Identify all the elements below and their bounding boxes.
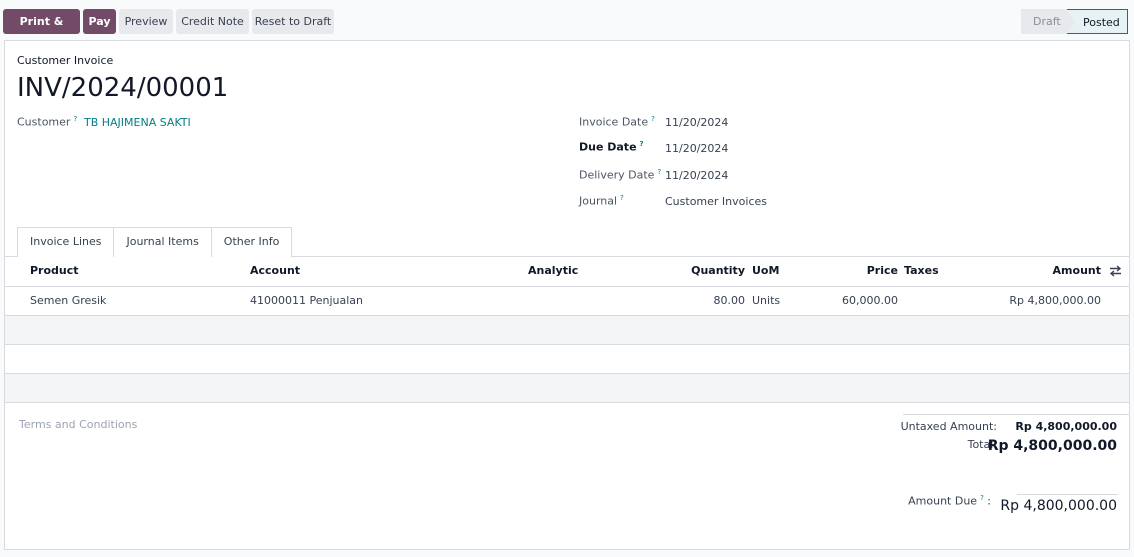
column-analytic[interactable]: Analytic	[528, 257, 578, 285]
invoice-date-field[interactable]: 11/20/2024	[665, 116, 728, 129]
status-draft[interactable]: Draft	[1021, 9, 1067, 34]
untaxed-amount-label: Untaxed Amount:	[900, 420, 997, 433]
column-product[interactable]: Product	[30, 257, 79, 285]
terms-and-conditions-field[interactable]: Terms and Conditions	[19, 418, 137, 431]
totals-divider	[903, 414, 1129, 415]
help-icon[interactable]: ?	[620, 194, 624, 202]
journal-label: Journal?	[579, 194, 624, 208]
uom-cell[interactable]: Units	[752, 287, 780, 315]
delivery-date-label: Delivery Date?	[579, 168, 662, 182]
due-date-label: Due Date?	[579, 140, 644, 154]
help-icon[interactable]: ?	[651, 115, 655, 123]
column-price[interactable]: Price	[798, 257, 898, 285]
control-panel: Print & Send Pay Preview Credit Note Res…	[0, 0, 1134, 53]
customer-label: Customer?	[17, 115, 78, 129]
status-bar: Draft Posted	[1021, 9, 1128, 35]
account-cell[interactable]: 41000011 Penjualan	[250, 287, 363, 315]
notebook-tabs: Invoice Lines Journal Items Other Info	[17, 227, 293, 257]
column-uom[interactable]: UoM	[752, 257, 779, 285]
amount-due-label: Amount Due? :	[908, 494, 991, 508]
customer-field[interactable]: TB HAJIMENA SAKTI	[84, 116, 191, 129]
invoice-number-title: INV/2024/00001	[17, 73, 229, 103]
tab-invoice-lines[interactable]: Invoice Lines	[17, 227, 115, 257]
tab-journal-items[interactable]: Journal Items	[113, 227, 212, 257]
invoice-date-label: Invoice Date?	[579, 115, 655, 129]
untaxed-amount-value: Rp 4,800,000.00	[1015, 420, 1117, 433]
table-row[interactable]: Semen Gresik 41000011 Penjualan 80.00 Un…	[5, 287, 1129, 316]
invoice-form-sheet: Customer Invoice INV/2024/00001 Customer…	[4, 40, 1130, 550]
print-send-button[interactable]: Print & Send	[3, 9, 80, 53]
help-icon[interactable]: ?	[657, 168, 661, 176]
invoice-lines-header: Product Account Analytic Quantity UoM Pr…	[5, 257, 1129, 287]
empty-row	[5, 345, 1129, 374]
amount-cell: Rp 4,800,000.00	[1009, 294, 1101, 307]
column-amount[interactable]: Amount	[1001, 257, 1101, 285]
price-cell[interactable]: 60,000.00	[798, 287, 898, 315]
empty-row	[5, 374, 1129, 403]
column-quantity[interactable]: Quantity	[645, 257, 745, 285]
total-value: Rp 4,800,000.00	[987, 438, 1117, 454]
help-icon[interactable]: ?	[73, 115, 77, 123]
preview-button[interactable]: Preview	[119, 9, 173, 34]
credit-note-button[interactable]: Credit Note	[176, 9, 249, 34]
product-cell[interactable]: Semen Gresik	[30, 287, 106, 315]
journal-field[interactable]: Customer Invoices	[665, 195, 767, 208]
delivery-date-field[interactable]: 11/20/2024	[665, 169, 728, 182]
quantity-cell[interactable]: 80.00	[645, 287, 746, 315]
amount-due-value: Rp 4,800,000.00	[1000, 498, 1117, 514]
column-taxes[interactable]: Taxes	[904, 257, 939, 285]
column-account[interactable]: Account	[250, 257, 300, 285]
optional-columns-icon[interactable]	[1109, 265, 1122, 277]
help-icon[interactable]: ?	[640, 140, 644, 148]
document-type-label: Customer Invoice	[17, 54, 114, 67]
reset-to-draft-button[interactable]: Reset to Draft	[252, 9, 334, 34]
amount-due-divider	[1017, 494, 1118, 495]
status-posted[interactable]: Posted	[1066, 9, 1128, 35]
pay-button[interactable]: Pay	[83, 9, 116, 34]
due-date-field[interactable]: 11/20/2024	[665, 142, 728, 155]
tab-other-info[interactable]: Other Info	[210, 227, 293, 257]
empty-row	[5, 316, 1129, 345]
